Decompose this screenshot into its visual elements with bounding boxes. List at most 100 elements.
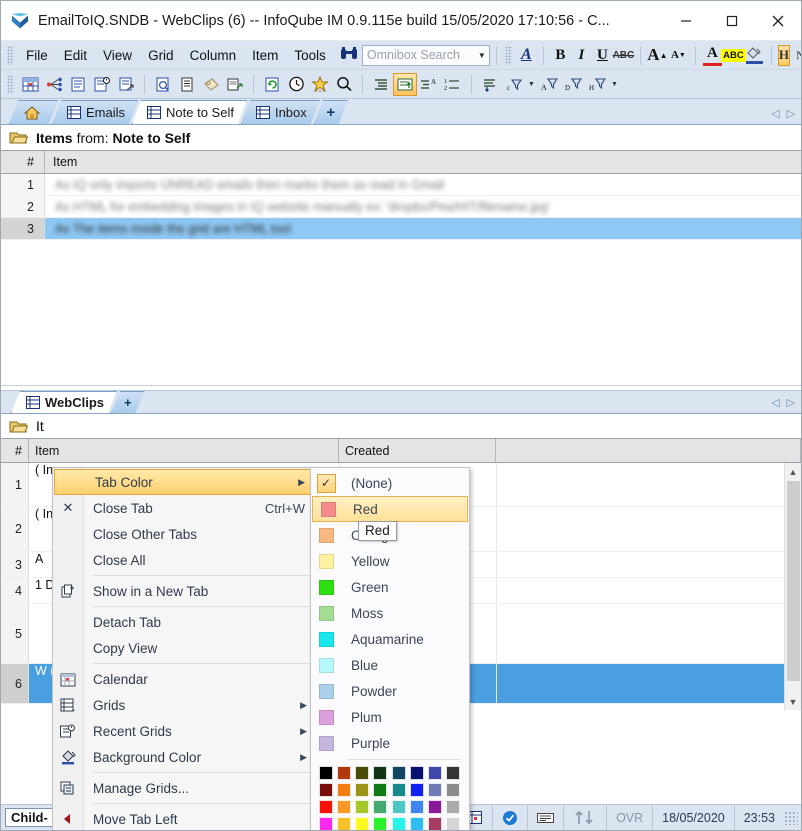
italic-icon[interactable]: I xyxy=(571,45,592,66)
color-item-blue[interactable]: Blue xyxy=(311,652,469,678)
search-icon[interactable] xyxy=(332,73,356,96)
status-overwrite-mode[interactable]: OVR xyxy=(606,805,652,830)
fill-color-icon[interactable] xyxy=(744,45,765,66)
menu-view[interactable]: View xyxy=(95,45,140,66)
toolbar-grip-3[interactable] xyxy=(7,74,14,94)
palette-swatch[interactable] xyxy=(373,766,388,780)
palette-swatch[interactable] xyxy=(427,817,442,830)
export-item-icon[interactable] xyxy=(114,73,138,96)
menu-item-close-all[interactable]: Close All xyxy=(53,547,317,573)
bold-icon[interactable]: B xyxy=(550,45,571,66)
filter-h-icon[interactable]: H xyxy=(585,73,609,96)
vertical-scrollbar[interactable]: ▲ ▼ xyxy=(784,463,801,710)
column-header-number[interactable]: # xyxy=(1,439,29,462)
palette-swatch[interactable] xyxy=(355,766,370,780)
palette-swatch[interactable] xyxy=(445,783,460,797)
color-item-green[interactable]: Green xyxy=(311,574,469,600)
palette-swatch[interactable] xyxy=(355,800,370,814)
resize-grip-icon[interactable] xyxy=(784,810,798,825)
color-item-none[interactable]: ✓ (None) xyxy=(311,470,469,496)
palette-swatch[interactable] xyxy=(337,800,352,814)
item-properties-icon[interactable] xyxy=(66,73,90,96)
menu-file[interactable]: File xyxy=(18,45,56,66)
color-item-purple[interactable]: Purple xyxy=(311,730,469,756)
highlight-color-icon[interactable]: ABC xyxy=(721,45,746,66)
palette-swatch[interactable] xyxy=(391,766,406,780)
html-mode-icon[interactable]: H xyxy=(777,44,791,66)
menu-item-recent-grids[interactable]: Recent Grids ▶ xyxy=(53,718,317,744)
scroll-left-icon[interactable]: ◁ xyxy=(771,107,779,120)
palette-swatch[interactable] xyxy=(409,800,424,814)
palette-swatch[interactable] xyxy=(319,817,333,830)
tab-home[interactable] xyxy=(9,100,58,124)
chevron-down-icon[interactable]: ▼ xyxy=(475,51,489,60)
scroll-down-icon[interactable]: ▼ xyxy=(785,693,801,710)
increase-font-size-icon[interactable]: A ▲ xyxy=(647,45,668,66)
add-tab-icon[interactable]: + xyxy=(111,391,145,413)
color-item-red[interactable]: Red xyxy=(312,496,468,522)
menu-tools[interactable]: Tools xyxy=(286,45,334,66)
palette-swatch[interactable] xyxy=(391,800,406,814)
palette-swatch[interactable] xyxy=(337,783,352,797)
toolbar-grip[interactable] xyxy=(7,45,14,65)
font-style-icon[interactable]: A xyxy=(516,45,537,66)
toolbar-overflow-arrow-icon[interactable]: ▼ xyxy=(609,81,620,88)
menu-item-manage-grids[interactable]: Manage Grids... xyxy=(53,775,317,801)
palette-swatch[interactable] xyxy=(355,817,370,830)
menu-item-calendar[interactable]: Calendar xyxy=(53,666,317,692)
menu-grid[interactable]: Grid xyxy=(140,45,182,66)
outline-icon[interactable] xyxy=(369,73,393,96)
color-item-aquamarine[interactable]: Aquamarine xyxy=(311,626,469,652)
palette-swatch[interactable] xyxy=(319,783,333,797)
decrease-font-size-icon[interactable]: A ▼ xyxy=(668,45,689,66)
color-item-powder[interactable]: Powder xyxy=(311,678,469,704)
new-grid-icon[interactable] xyxy=(18,73,42,96)
menu-item-tab-color[interactable]: Tab Color ▶ xyxy=(54,469,316,495)
column-header-item[interactable]: Item xyxy=(45,151,801,173)
palette-swatch[interactable] xyxy=(391,817,406,830)
palette-swatch[interactable] xyxy=(445,766,460,780)
tab-inbox[interactable]: Inbox xyxy=(241,100,320,124)
palette-swatch[interactable] xyxy=(409,817,424,830)
palette-swatch[interactable] xyxy=(427,800,442,814)
close-icon[interactable] xyxy=(755,1,801,40)
check-status-icon[interactable] xyxy=(492,805,527,830)
font-color-icon[interactable]: A xyxy=(702,45,723,66)
toolbar-grip-2[interactable] xyxy=(504,45,512,65)
column-header-item[interactable]: Item xyxy=(29,439,339,462)
palette-swatch[interactable] xyxy=(427,783,442,797)
filter-d-icon[interactable]: D xyxy=(561,73,585,96)
palette-swatch[interactable] xyxy=(427,766,442,780)
palette-swatch[interactable] xyxy=(409,783,424,797)
palette-swatch[interactable] xyxy=(319,766,333,780)
strikethrough-icon[interactable]: ABC xyxy=(613,45,635,66)
palette-swatch[interactable] xyxy=(355,783,370,797)
palette-swatch[interactable] xyxy=(391,783,406,797)
scroll-right-icon[interactable]: ▷ xyxy=(787,396,795,409)
scroll-up-icon[interactable]: ▲ xyxy=(785,463,801,480)
palette-swatch[interactable] xyxy=(373,800,388,814)
palette-swatch[interactable] xyxy=(445,817,460,830)
palette-swatch[interactable] xyxy=(373,783,388,797)
filter-dropdown-arrow-icon[interactable]: ▼ xyxy=(526,81,537,88)
scrollbar-thumb[interactable] xyxy=(786,481,800,681)
scroll-left-icon[interactable]: ◁ xyxy=(771,396,779,409)
link-item-icon[interactable] xyxy=(223,73,247,96)
palette-swatch[interactable] xyxy=(319,800,333,814)
tag-icon[interactable] xyxy=(199,73,223,96)
sort-alpha-icon[interactable]: A xyxy=(417,73,441,96)
scroll-right-icon[interactable]: ▷ xyxy=(787,107,795,120)
add-tab-icon[interactable]: + xyxy=(314,100,348,124)
palette-swatch[interactable] xyxy=(337,817,352,830)
expand-selection-icon[interactable] xyxy=(393,72,417,96)
maximize-icon[interactable] xyxy=(709,1,755,40)
table-row[interactable]: 2 As HTML for embedding images in IQ web… xyxy=(1,196,801,218)
binoculars-icon[interactable] xyxy=(340,46,358,65)
filter-list-icon[interactable] xyxy=(478,73,502,96)
color-item-plum[interactable]: Plum xyxy=(311,704,469,730)
table-row[interactable]: 3 As The items inside the grid are HTML … xyxy=(1,218,801,240)
underline-icon[interactable]: U xyxy=(592,45,613,66)
plain-text-icon[interactable]: N xyxy=(790,45,801,66)
menu-item-copy-view[interactable]: Copy View xyxy=(53,635,317,661)
numbering-icon[interactable]: 12 xyxy=(441,73,465,96)
